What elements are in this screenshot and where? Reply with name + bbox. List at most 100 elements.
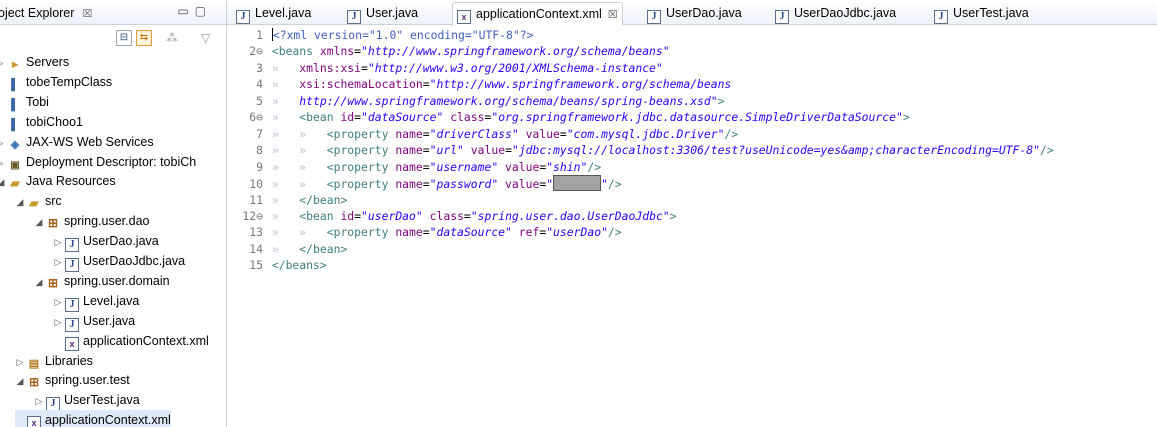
tree-item[interactable]: ▌ tobiChoo1 — [0, 112, 83, 132]
code-line[interactable]: 8 » » <property name="url" value="jdbc:m… — [227, 142, 1054, 158]
code-line[interactable]: 2⊖ <beans xmlns="http://www.springframew… — [227, 43, 670, 59]
tree-item[interactable]: ◢ ▰ Java Resources — [0, 171, 116, 191]
collapsed-icon[interactable]: ▷ — [15, 352, 25, 372]
tree-item[interactable]: ▌ Tobi — [0, 92, 49, 112]
code-token: = — [354, 44, 362, 59]
tree-item[interactable]: ◢ ⊞ spring.user.test — [15, 370, 130, 390]
code-token: xmlns:xsi — [299, 60, 362, 75]
code-token: /> — [607, 225, 622, 240]
tree-item[interactable]: x applicationContext.xml — [53, 331, 209, 351]
editor-tab-label: Level.java — [255, 6, 312, 20]
code-token: value — [505, 177, 540, 192]
editor-tab-bar: J Level.java J User.java x applicationContext… — [227, 0, 1157, 26]
code-token: = — [422, 143, 430, 158]
libraries-icon: ▤ — [28, 357, 40, 370]
collapsed-icon[interactable]: ▹ — [0, 133, 6, 153]
tree-item[interactable]: ▷ J User.java — [53, 311, 135, 332]
code-token: </bean> — [299, 192, 348, 207]
view-menu-icon[interactable]: ▽ — [201, 31, 210, 45]
editor-tab[interactable]: x applicationContext.xml ☒ — [452, 2, 623, 26]
code-line[interactable]: 3 » xmlns:xsi="http://www.w3.org/2001/XM… — [227, 60, 663, 76]
line-number: 11 — [249, 192, 263, 207]
tree-item[interactable]: ▌ tobeTempClass — [0, 72, 112, 92]
tree-item[interactable]: ▹ ▸ Servers — [0, 52, 69, 72]
link-with-editor-icon[interactable]: ⇆ — [136, 30, 152, 46]
code-token: ref — [518, 225, 540, 240]
code-line[interactable]: 6⊖ » <bean id="dataSource" class="org.sp… — [227, 109, 909, 125]
code-token: </beans> — [271, 258, 327, 273]
focus-icon[interactable]: ⁂ — [166, 31, 178, 45]
explorer-close-icon[interactable]: ☒ — [82, 8, 92, 20]
code-line[interactable]: 12⊖ » <bean id="userDao" class="spring.u… — [227, 208, 676, 224]
code-token: "http://www.springframework.org/schema/b… — [361, 44, 670, 59]
tab-close-icon[interactable]: ☒ — [608, 9, 618, 21]
code-line[interactable]: 15 </beans> — [227, 257, 327, 273]
whitespace-marker: » — [271, 208, 300, 223]
editor-tab[interactable]: J User.java — [347, 3, 418, 24]
collapse-all-icon[interactable]: ⊟ — [116, 30, 132, 46]
code-token: value — [505, 159, 540, 174]
collapsed-icon[interactable]: ▷ — [53, 232, 63, 252]
line-number: 6⊖ — [249, 110, 263, 125]
minimize-icon[interactable]: ▭ — [177, 4, 194, 18]
code-line[interactable]: 14 » </bean> — [227, 241, 347, 257]
expanded-icon[interactable]: ◢ — [34, 212, 44, 232]
tree-item-label: Java Resources — [26, 174, 116, 189]
code-token: "userDao" — [361, 208, 423, 223]
code-line[interactable]: 4 » xsi:schemaLocation="http://www.sprin… — [227, 76, 731, 92]
tree-item[interactable]: ◢ ▰ src — [15, 191, 62, 211]
tree-item[interactable]: ▷ J UserDaoJdbc.java — [53, 251, 185, 272]
expanded-icon[interactable]: ◢ — [15, 371, 25, 391]
tree-item[interactable]: ▷ J UserTest.java — [34, 390, 140, 412]
code-line[interactable]: 9 » » <property name="username" value="s… — [227, 159, 601, 175]
code-line[interactable]: 7 » » <property name="driverClass" value… — [227, 126, 738, 142]
collapsed-icon[interactable]: ▷ — [34, 391, 44, 411]
code-token: "http://www.w3.org/2001/XMLSchema-instan… — [367, 60, 663, 75]
tree-item[interactable]: x applicationContext.xml — [15, 410, 171, 427]
tree-item[interactable]: ▹ ◈ JAX-WS Web Services — [0, 132, 154, 152]
tree-item-label: applicationContext.xml — [45, 413, 171, 427]
code-line[interactable]: 10 » » <property name="password" value="… — [227, 175, 622, 192]
editor-tab[interactable]: J Level.java — [236, 3, 312, 24]
code-token: id — [340, 110, 355, 125]
tree-item[interactable]: ◢ ⊞ spring.user.dao — [34, 211, 150, 232]
code-line[interactable]: 11 » </bean> — [227, 192, 347, 208]
code-token: <bean — [299, 208, 341, 223]
code-token: <property — [326, 159, 396, 174]
code-token: "http://www.springframework.org/schema/b… — [429, 77, 732, 92]
tree-item[interactable]: ▷ J Level.java — [53, 291, 139, 312]
expanded-icon[interactable]: ◢ — [15, 192, 25, 212]
tree-item-label: Servers — [26, 55, 70, 69]
editor-tab[interactable]: J UserTest.java — [934, 3, 1029, 24]
collapsed-icon[interactable]: ▷ — [53, 292, 63, 312]
package-icon: ⊞ — [47, 275, 59, 290]
expanded-icon[interactable]: ◢ — [34, 272, 44, 292]
collapsed-icon[interactable]: ▹ — [0, 153, 6, 173]
tree-item[interactable]: ▷ J UserDao.java — [53, 231, 159, 253]
code-token: "password" — [429, 177, 499, 192]
collapsed-icon[interactable]: ▷ — [53, 252, 63, 272]
expanded-icon[interactable]: ◢ — [0, 172, 6, 192]
tree-item[interactable]: ◢ ⊞ spring.user.domain — [34, 271, 170, 291]
editor-tab[interactable]: J UserDao.java — [647, 3, 742, 24]
java-file-icon: J — [46, 397, 60, 412]
tree-item[interactable]: ▷ ▤ Libraries — [15, 351, 93, 371]
code-line[interactable]: 13 » » <property name="dataSource" ref="… — [227, 224, 622, 240]
explorer-tab-label: oject Explorer — [0, 6, 75, 20]
code-token: <property — [326, 177, 396, 192]
code-token: <property — [326, 225, 396, 240]
code-line[interactable]: 1 <?xml version="1.0" encoding="UTF-8"?> — [227, 27, 533, 43]
code-line[interactable]: 5 » http://www.springframework.org/schem… — [227, 93, 724, 109]
code-token: = — [361, 60, 368, 75]
tree-item[interactable]: ▹ ▣ Deployment Descriptor: tobiCh — [0, 152, 196, 172]
line-number: 2⊖ — [249, 44, 263, 59]
whitespace-marker: » — [271, 241, 300, 256]
editor-tab[interactable]: J UserDaoJdbc.java — [775, 3, 896, 24]
explorer-tab[interactable]: oject Explorer ☒ — [0, 4, 92, 22]
maximize-icon[interactable]: ▢ — [195, 4, 212, 18]
xml-file-icon: x — [65, 336, 79, 351]
collapsed-icon[interactable]: ▷ — [53, 312, 63, 332]
whitespace-marker: » » — [271, 177, 327, 192]
collapsed-icon[interactable]: ▹ — [0, 53, 6, 73]
